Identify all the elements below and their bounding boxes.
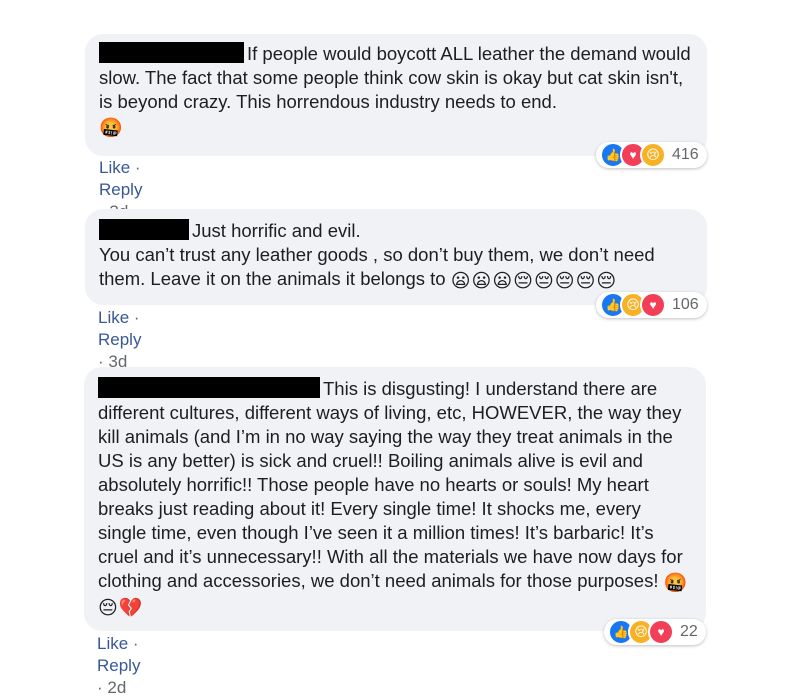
enraged-face-icon: 🤬 <box>663 573 688 594</box>
comment-bubble: This is disgusting! I understand there a… <box>84 367 706 631</box>
comment-bubble: Just horrific and evil. You can’t trust … <box>85 209 707 305</box>
love-icon: ♥ <box>648 619 674 645</box>
sad-icon: 😢 <box>640 142 666 168</box>
pensive-face-icon: 😔 <box>596 271 617 292</box>
broken-heart-icon: 💔 <box>118 598 143 619</box>
reaction-count: 416 <box>672 146 699 163</box>
comment-text: This is disgusting! I understand there a… <box>98 378 683 591</box>
love-icon: ♥ <box>640 292 666 318</box>
comment-bubble: If people would boycott ALL leather the … <box>85 34 707 156</box>
separator: · <box>132 634 139 653</box>
like-link[interactable]: Like <box>98 308 129 327</box>
timestamp[interactable]: 2d <box>107 678 126 697</box>
comment-actions: Like · Reply · 2d <box>97 633 140 699</box>
comment-text-line1: Just horrific and evil. <box>192 220 361 241</box>
separator: · <box>133 308 140 327</box>
pensive-face-icon: 😔 <box>98 598 118 619</box>
pensive-face-icon: 😔 <box>533 271 554 292</box>
redacted-author-name <box>98 377 320 398</box>
pensive-face-icon: 😔 <box>513 271 533 292</box>
reaction-summary[interactable]: 👍 ♥ 😢 416 <box>596 142 707 168</box>
pensive-face-icon: 😔 <box>554 271 575 292</box>
reaction-summary[interactable]: 👍 😢 ♥ 106 <box>596 292 707 318</box>
redacted-author-name <box>99 42 244 63</box>
enraged-face-icon: 🤬 <box>99 118 123 139</box>
frowning-face-icon: 😦 <box>492 271 513 292</box>
like-link[interactable]: Like <box>99 158 130 177</box>
reply-link[interactable]: Reply <box>98 330 141 349</box>
reaction-count: 106 <box>672 296 699 313</box>
like-link[interactable]: Like <box>97 634 128 653</box>
redacted-author-name <box>99 219 189 240</box>
reaction-count: 22 <box>680 623 698 640</box>
separator: · <box>134 158 141 177</box>
comment-actions: Like · Reply · 3d <box>98 307 141 373</box>
frowning-face-icon: 😦 <box>450 271 471 292</box>
reply-link[interactable]: Reply <box>99 180 142 199</box>
frowning-face-icon: 😦 <box>471 271 492 292</box>
pensive-face-icon: 😔 <box>575 271 596 292</box>
separator: · <box>97 678 108 697</box>
reply-link[interactable]: Reply <box>97 656 140 675</box>
reaction-summary[interactable]: 👍 😢 ♥ 22 <box>604 619 706 645</box>
